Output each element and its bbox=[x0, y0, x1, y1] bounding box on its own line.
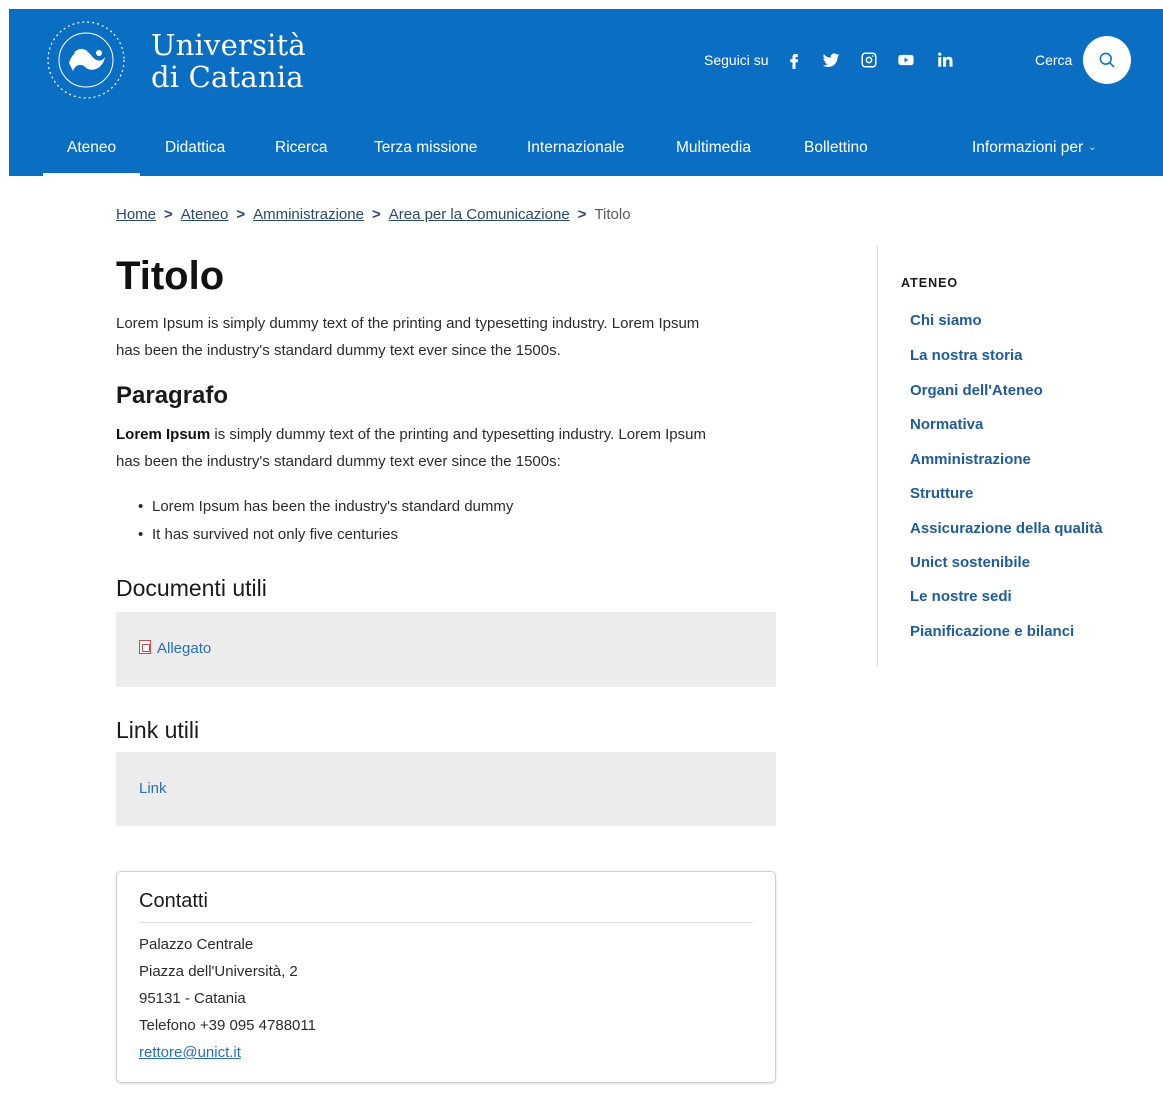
contact-title: Contatti bbox=[139, 890, 753, 923]
contact-address-building: Palazzo Centrale bbox=[139, 936, 254, 953]
nav-item-ricerca[interactable]: Ricerca bbox=[275, 119, 328, 176]
nav-item-terza-missione[interactable]: Terza missione bbox=[374, 119, 477, 176]
sidebar-item-organi-ateneo[interactable]: Organi dell'Ateneo bbox=[910, 382, 1043, 399]
contact-card: Contatti Palazzo Centrale Piazza dell'Un… bbox=[116, 871, 776, 1083]
breadcrumb-separator-icon: > bbox=[371, 206, 381, 223]
linkedin-icon[interactable] bbox=[934, 49, 956, 71]
intro-line-1: Lorem Ipsum is simply dummy text of the … bbox=[116, 315, 700, 332]
contact-address-street: Piazza dell'Università, 2 bbox=[139, 963, 298, 980]
paragraph-heading: Paragrafo bbox=[116, 382, 229, 409]
links-box: Link bbox=[116, 752, 776, 826]
search-icon bbox=[1099, 52, 1115, 68]
links-heading: Link utili bbox=[116, 717, 200, 743]
breadcrumb: Home > Ateneo > Amministrazione > Area per la … bbox=[116, 206, 631, 223]
breadcrumb-area-comunicazione[interactable]: Area per la Comunicazione bbox=[389, 206, 570, 223]
sidebar-item-normativa[interactable]: Normativa bbox=[910, 416, 983, 433]
sidebar-item-pianificazione-bilanci[interactable]: Pianificazione e bilanci bbox=[910, 623, 1074, 640]
sidebar-item-amministrazione[interactable]: Amministrazione bbox=[910, 451, 1031, 468]
brand-line-2: di Catania bbox=[151, 60, 304, 94]
chevron-down-icon: ⌄ bbox=[1088, 142, 1097, 153]
nav-item-multimedia[interactable]: Multimedia bbox=[676, 119, 751, 176]
nav-item-informazioni-per-label: Informazioni per bbox=[972, 139, 1084, 156]
nav-item-ateneo[interactable]: Ateneo bbox=[42, 119, 141, 176]
bold-lead-text: Lorem Ipsum bbox=[116, 426, 211, 443]
body-line-1: is simply dummy text of the printing and… bbox=[210, 426, 706, 443]
breadcrumb-separator-icon: > bbox=[577, 206, 587, 223]
nav-item-internazionale[interactable]: Internazionale bbox=[527, 119, 624, 176]
documents-heading: Documenti utili bbox=[116, 575, 267, 601]
facebook-icon[interactable] bbox=[783, 49, 805, 71]
search-button[interactable] bbox=[1083, 36, 1131, 84]
sidebar: ATENEO Chi siamo La nostra storia Organi… bbox=[877, 246, 1147, 666]
brand-line-1: Università bbox=[151, 28, 306, 62]
sidebar-item-le-nostre-sedi[interactable]: Le nostre sedi bbox=[910, 588, 1012, 605]
brand-wordmark[interactable]: Università di Catania bbox=[151, 29, 306, 93]
sidebar-item-la-nostra-storia[interactable]: La nostra storia bbox=[910, 347, 1023, 364]
nav-item-didattica[interactable]: Didattica bbox=[165, 119, 225, 176]
site-header: Università di Catania Seguici su Cerca A bbox=[9, 9, 1163, 176]
intro-line-2: has been the industry's standard dummy t… bbox=[116, 342, 561, 359]
sidebar-item-assicurazione-qualita[interactable]: Assicurazione della qualità bbox=[910, 520, 1103, 537]
search-label[interactable]: Cerca bbox=[1035, 52, 1072, 68]
nav-item-informazioni-per[interactable]: Informazioni per ⌄ bbox=[972, 119, 1097, 176]
pdf-icon bbox=[139, 640, 151, 654]
follow-us-label: Seguici su bbox=[704, 52, 769, 68]
breadcrumb-current: Titolo bbox=[594, 206, 631, 223]
body-paragraph: Lorem Ipsum is simply dummy text of the … bbox=[116, 421, 776, 475]
sidebar-heading: ATENEO bbox=[901, 276, 959, 290]
breadcrumb-separator-icon: > bbox=[164, 206, 173, 223]
intro-paragraph: Lorem Ipsum is simply dummy text of the … bbox=[116, 310, 776, 364]
breadcrumb-separator-icon: > bbox=[236, 206, 246, 223]
sidebar-item-chi-siamo[interactable]: Chi siamo bbox=[910, 312, 982, 329]
sidebar-item-unict-sostenibile[interactable]: Unict sostenibile bbox=[910, 554, 1030, 571]
instagram-icon[interactable] bbox=[858, 49, 880, 71]
useful-link[interactable]: Link bbox=[139, 780, 167, 797]
youtube-icon[interactable] bbox=[895, 49, 917, 71]
twitter-icon[interactable] bbox=[820, 49, 842, 71]
list-item: It has survived not only five centuries bbox=[116, 521, 776, 549]
university-seal-icon[interactable] bbox=[45, 19, 127, 101]
breadcrumb-ateneo[interactable]: Ateneo bbox=[181, 206, 229, 223]
breadcrumb-home[interactable]: Home bbox=[116, 206, 156, 223]
contact-address-city: 95131 - Catania bbox=[139, 990, 246, 1007]
main-navigation: Ateneo Didattica Ricerca Terza missione … bbox=[9, 119, 1163, 176]
list-item: Lorem Ipsum has been the industry's stan… bbox=[116, 493, 776, 521]
nav-item-bollettino[interactable]: Bollettino bbox=[804, 119, 868, 176]
breadcrumb-amministrazione[interactable]: Amministrazione bbox=[253, 206, 364, 223]
main-content: Titolo Lorem Ipsum is simply dummy text … bbox=[116, 250, 776, 826]
contact-email-link[interactable]: rettore@unict.it bbox=[139, 1039, 753, 1066]
header-top-bar: Università di Catania Seguici su Cerca bbox=[9, 9, 1163, 119]
attachment-link[interactable]: Allegato bbox=[157, 640, 211, 657]
documents-box: Allegato bbox=[116, 612, 776, 687]
contact-phone: Telefono +39 095 4788011 bbox=[139, 1017, 316, 1034]
sidebar-item-strutture[interactable]: Strutture bbox=[910, 485, 973, 502]
bullet-list: Lorem Ipsum has been the industry's stan… bbox=[116, 493, 776, 549]
body-line-2: has been the industry's standard dummy t… bbox=[116, 453, 561, 470]
page-title: Titolo bbox=[116, 254, 225, 298]
